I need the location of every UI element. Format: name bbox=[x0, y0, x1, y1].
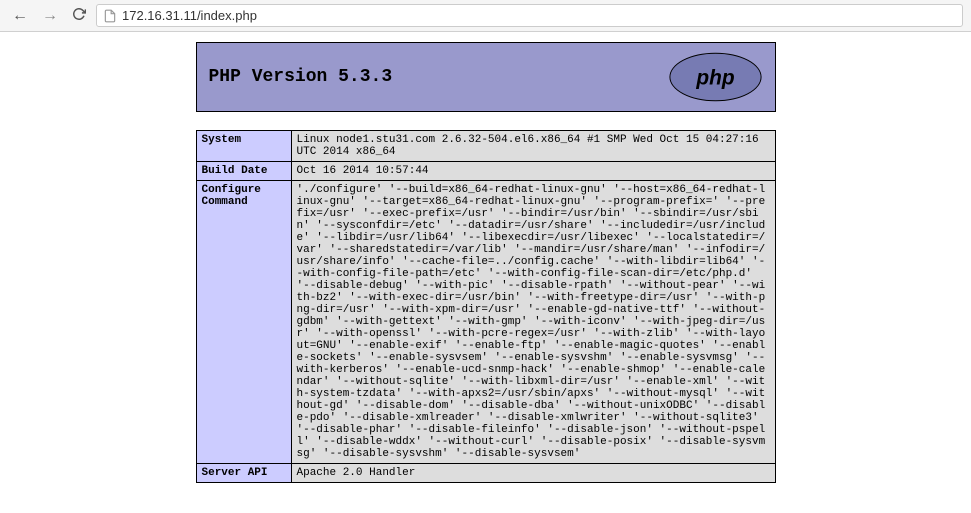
page-icon bbox=[103, 9, 117, 23]
forward-button[interactable]: → bbox=[38, 5, 62, 27]
url-text: 172.16.31.11/index.php bbox=[122, 8, 257, 23]
browser-toolbar: ← → 172.16.31.11/index.php bbox=[0, 0, 971, 32]
table-row: Server APIApache 2.0 Handler bbox=[196, 464, 775, 483]
table-row: SystemLinux node1.stu31.com 2.6.32-504.e… bbox=[196, 131, 775, 162]
php-logo: php bbox=[668, 52, 763, 102]
row-label: System bbox=[196, 131, 291, 162]
php-header: PHP Version 5.3.3 php bbox=[196, 42, 776, 112]
svg-text:php: php bbox=[695, 67, 735, 90]
page-title: PHP Version 5.3.3 bbox=[209, 67, 393, 87]
url-bar[interactable]: 172.16.31.11/index.php bbox=[96, 4, 963, 27]
row-value: Apache 2.0 Handler bbox=[291, 464, 775, 483]
row-label: Configure Command bbox=[196, 181, 291, 464]
back-button[interactable]: ← bbox=[8, 5, 32, 27]
info-table: SystemLinux node1.stu31.com 2.6.32-504.e… bbox=[196, 130, 776, 483]
table-row: Build DateOct 16 2014 10:57:44 bbox=[196, 162, 775, 181]
row-value: Linux node1.stu31.com 2.6.32-504.el6.x86… bbox=[291, 131, 775, 162]
reload-button[interactable] bbox=[68, 5, 90, 26]
row-value: Oct 16 2014 10:57:44 bbox=[291, 162, 775, 181]
table-row: Configure Command'./configure' '--build=… bbox=[196, 181, 775, 464]
row-value: './configure' '--build=x86_64-redhat-lin… bbox=[291, 181, 775, 464]
content-area: PHP Version 5.3.3 php SystemLinux node1.… bbox=[0, 32, 971, 483]
row-label: Build Date bbox=[196, 162, 291, 181]
row-label: Server API bbox=[196, 464, 291, 483]
phpinfo-container: PHP Version 5.3.3 php SystemLinux node1.… bbox=[196, 42, 776, 483]
